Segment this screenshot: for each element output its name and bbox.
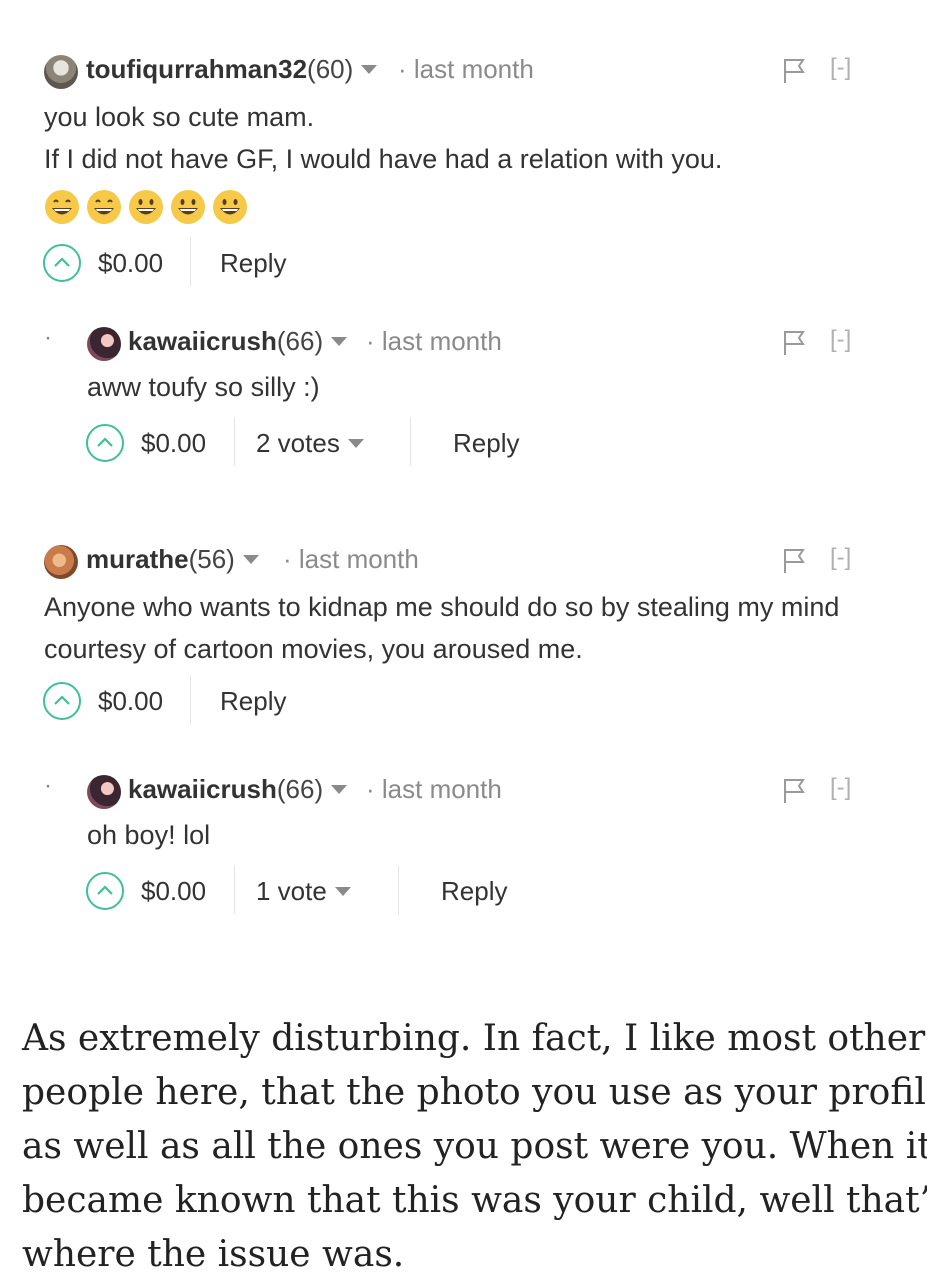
comment-actions: $0.00 Reply <box>0 238 927 288</box>
grinning-emoji-icon <box>87 190 121 224</box>
reply-button[interactable]: Reply <box>220 686 286 717</box>
upvote-icon[interactable] <box>43 682 81 720</box>
payout-value[interactable]: $0.00 <box>98 686 163 717</box>
author-link[interactable]: kawaiicrush(66) <box>128 774 348 805</box>
comment-header: murathe(56) · last month [-] <box>0 540 927 580</box>
collapse-toggle[interactable]: [-] <box>830 774 851 802</box>
reply-button[interactable]: Reply <box>441 876 507 907</box>
votes-dropdown[interactable]: 2 votes <box>256 428 364 459</box>
flag-icon[interactable] <box>783 778 805 804</box>
author-name[interactable]: murathe <box>86 544 189 574</box>
caret-down-icon[interactable] <box>331 784 348 794</box>
article-line: people here, that the photo you use as y… <box>22 1072 927 1113</box>
article-text: As extremely disturbing. In fact, I like… <box>22 1012 927 1280</box>
caret-down-icon[interactable] <box>331 336 348 346</box>
timestamp[interactable]: · last month <box>398 54 534 85</box>
article-line: As extremely disturbing. In fact, I like… <box>22 1018 926 1059</box>
caret-down-icon[interactable] <box>334 886 351 896</box>
nested-bullet: · <box>44 324 52 351</box>
divider <box>410 418 411 466</box>
upvote-icon[interactable] <box>86 424 124 462</box>
grinning-emoji-icon <box>45 190 79 224</box>
author-name[interactable]: toufiqurrahman32 <box>86 54 307 84</box>
author-link[interactable]: kawaiicrush(66) <box>128 326 348 357</box>
comment-header: toufiqurrahman32(60) · last month [-] <box>0 50 927 90</box>
author-name[interactable]: kawaiicrush <box>128 774 277 804</box>
flag-icon[interactable] <box>783 548 805 574</box>
reply-button[interactable]: Reply <box>220 248 286 279</box>
divider <box>234 866 235 914</box>
emoji-row <box>44 184 927 230</box>
author-link[interactable]: murathe(56) <box>86 544 259 575</box>
grinning-emoji-icon <box>213 190 247 224</box>
timestamp[interactable]: · last month <box>283 544 419 575</box>
collapse-toggle[interactable]: [-] <box>830 326 851 354</box>
flag-icon[interactable] <box>783 58 805 84</box>
comment-actions: $0.00 1 vote Reply <box>0 866 927 916</box>
payout-value[interactable]: $0.00 <box>141 428 206 459</box>
collapse-toggle[interactable]: [-] <box>830 54 851 82</box>
author-reputation: (56) <box>188 544 235 574</box>
payout-value[interactable]: $0.00 <box>98 248 163 279</box>
author-reputation: (66) <box>276 774 324 804</box>
comment-text: If I did not have GF, I would have had a… <box>44 144 723 174</box>
upvote-icon[interactable] <box>43 244 81 282</box>
author-link[interactable]: toufiqurrahman32(60) <box>86 54 378 85</box>
article-line: as well as all the ones you post were yo… <box>22 1126 927 1167</box>
caret-down-icon[interactable] <box>361 64 378 74</box>
upvote-icon[interactable] <box>86 872 124 910</box>
avatar[interactable] <box>87 775 121 809</box>
nested-bullet: · <box>44 772 52 799</box>
votes-count[interactable]: 2 votes <box>256 428 340 458</box>
divider <box>398 866 399 914</box>
comment: · kawaiicrush(66) · last month [-] oh bo… <box>0 770 927 916</box>
comment: toufiqurrahman32(60) · last month [-] yo… <box>0 50 927 288</box>
article-line: where the issue was. <box>22 1234 405 1275</box>
avatar[interactable] <box>87 327 121 361</box>
divider <box>234 418 235 466</box>
author-reputation: (66) <box>276 326 324 356</box>
comment-text: aww toufy so silly :) <box>87 372 320 402</box>
comment-text: courtesy of cartoon movies, you aroused … <box>44 634 583 664</box>
reply-button[interactable]: Reply <box>453 428 519 459</box>
comment-header: · kawaiicrush(66) · last month [-] <box>0 770 927 810</box>
caret-down-icon[interactable] <box>347 438 364 448</box>
grinning-emoji-icon <box>129 190 163 224</box>
grinning-emoji-icon <box>171 190 205 224</box>
comment-text: you look so cute mam. <box>44 102 315 132</box>
author-name[interactable]: kawaiicrush <box>128 326 277 356</box>
divider <box>190 238 191 286</box>
comment-actions: $0.00 Reply <box>0 676 927 726</box>
divider <box>190 676 191 724</box>
votes-count[interactable]: 1 vote <box>256 876 327 906</box>
comment: murathe(56) · last month [-] Anyone who … <box>0 540 927 726</box>
author-reputation: (60) <box>307 54 354 84</box>
comment-text: oh boy! lol <box>87 820 211 850</box>
votes-dropdown[interactable]: 1 vote <box>256 876 351 907</box>
comment-text: Anyone who wants to kidnap me should do … <box>44 592 840 622</box>
caret-down-icon[interactable] <box>242 554 259 564</box>
collapse-toggle[interactable]: [-] <box>830 544 851 572</box>
article-line: became known that this was your child, w… <box>22 1180 927 1221</box>
avatar[interactable] <box>44 545 78 579</box>
timestamp[interactable]: · last month <box>366 774 502 805</box>
comment: · kawaiicrush(66) · last month [-] aww t… <box>0 322 927 468</box>
timestamp[interactable]: · last month <box>366 326 502 357</box>
comment-header: · kawaiicrush(66) · last month [-] <box>0 322 927 362</box>
comment-actions: $0.00 2 votes Reply <box>0 418 927 468</box>
avatar[interactable] <box>44 55 78 89</box>
payout-value[interactable]: $0.00 <box>141 876 206 907</box>
flag-icon[interactable] <box>783 330 805 356</box>
